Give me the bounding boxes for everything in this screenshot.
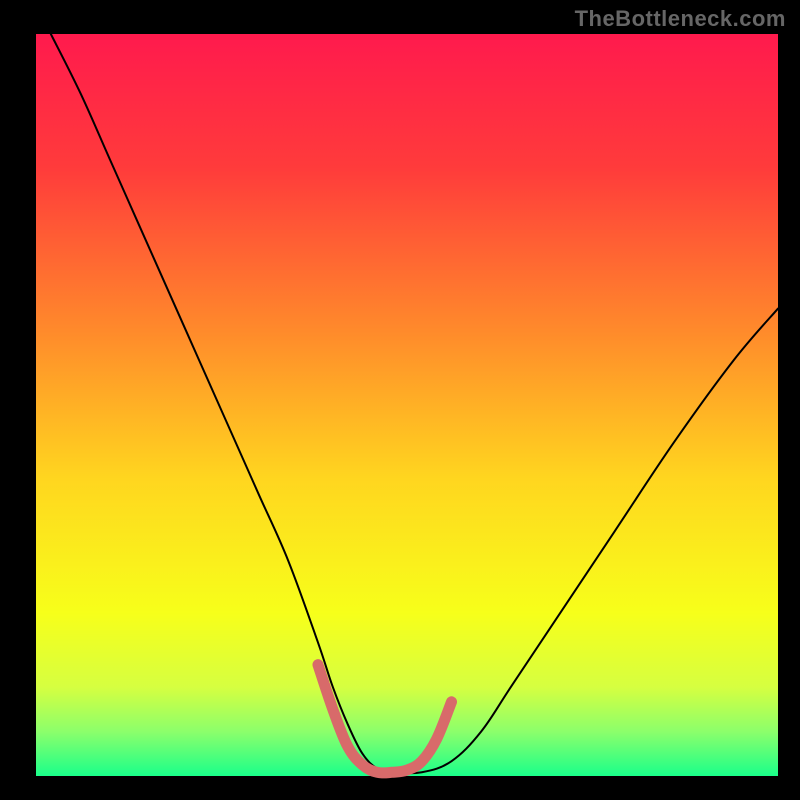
watermark-text: TheBottleneck.com xyxy=(575,6,786,32)
bottleneck-plot xyxy=(0,0,800,800)
plot-background xyxy=(36,34,778,776)
chart-frame: TheBottleneck.com xyxy=(0,0,800,800)
